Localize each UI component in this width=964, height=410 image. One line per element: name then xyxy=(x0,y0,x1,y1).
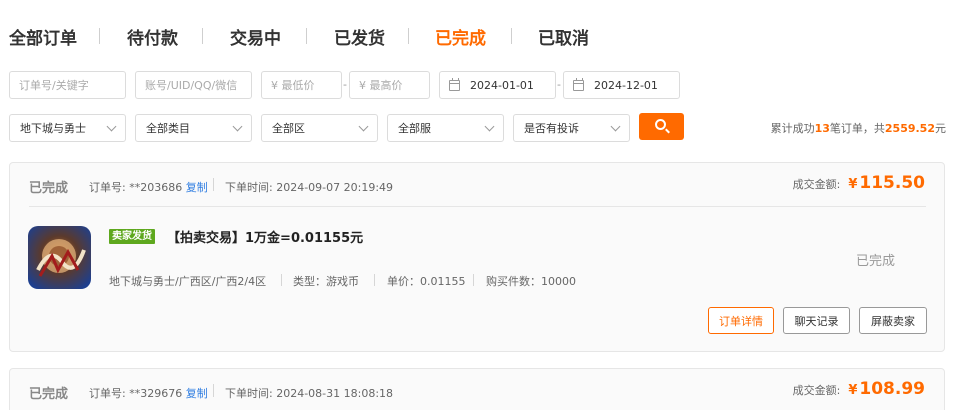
divider xyxy=(29,206,926,207)
order-number: 订单号: **203686 复制 xyxy=(89,179,208,195)
divider xyxy=(281,274,282,286)
copy-link[interactable]: 复制 xyxy=(186,387,208,400)
tab-completed[interactable]: 已完成 xyxy=(435,24,486,49)
order-state: 已完成 xyxy=(856,254,896,269)
account-placeholder: 账号/UID/QQ/微信 xyxy=(145,79,238,92)
game-select-value: 地下城与勇士 xyxy=(20,122,86,135)
max-price-placeholder: ¥ 最高价 xyxy=(359,79,403,92)
currency-symbol: ¥ xyxy=(848,177,858,192)
block-seller-button[interactable]: 屏蔽卖家 xyxy=(859,307,927,334)
summary-prefix: 累计成功 xyxy=(770,122,815,135)
divider xyxy=(473,274,474,286)
chevron-down-icon xyxy=(232,121,243,132)
region-select-value: 全部区 xyxy=(272,122,305,135)
complaint-select-value: 是否有投诉 xyxy=(524,122,579,135)
calendar-icon xyxy=(573,77,584,91)
price-range-dash: - xyxy=(343,78,347,91)
order-number: 订单号: **329676 复制 xyxy=(89,385,208,401)
keyword-input[interactable]: 订单号/关键字 xyxy=(9,71,126,99)
order-time-label: 下单时间: xyxy=(225,181,273,194)
divider xyxy=(374,274,375,286)
chat-history-button[interactable]: 聊天记录 xyxy=(783,307,850,334)
order-detail-button[interactable]: 订单详情 xyxy=(708,307,774,334)
chevron-down-icon xyxy=(484,121,495,132)
chevron-down-icon xyxy=(610,121,621,132)
date-range-dash: - xyxy=(557,78,561,91)
order-card-header: 已完成 订单号: **329676 复制 下单时间: 2024-08-31 18… xyxy=(10,369,944,410)
order-card: 已完成 订单号: **203686 复制 下单时间: 2024-09-07 20… xyxy=(9,162,945,352)
tab-cancelled[interactable]: 已取消 xyxy=(538,24,589,49)
order-amount: 成交金额: ¥ 115.50 xyxy=(793,173,925,193)
start-date-value: 2024-01-01 xyxy=(470,78,534,92)
tab-in-trade[interactable]: 交易中 xyxy=(230,24,281,49)
order-summary: 累计成功13笔订单，共2559.52元 xyxy=(771,120,946,136)
min-price-placeholder: ¥ 最低价 xyxy=(271,79,315,92)
search-button[interactable] xyxy=(639,113,684,140)
summary-middle: 笔订单，共 xyxy=(829,122,885,135)
divider xyxy=(213,178,214,191)
amount-label: 成交金额: xyxy=(792,384,841,397)
copy-link[interactable]: 复制 xyxy=(186,181,208,194)
server-select-value: 全部服 xyxy=(398,122,431,135)
max-price-input[interactable]: ¥ 最高价 xyxy=(349,71,430,99)
detail-type: 类型：游戏币 xyxy=(293,275,359,288)
server-select[interactable]: 全部服 xyxy=(387,114,504,142)
account-input[interactable]: 账号/UID/QQ/微信 xyxy=(135,71,252,99)
complaint-select[interactable]: 是否有投诉 xyxy=(513,114,630,142)
currency-symbol: ¥ xyxy=(848,383,858,398)
keyword-placeholder: 订单号/关键字 xyxy=(19,79,89,92)
order-time-label: 下单时间: xyxy=(225,387,273,400)
order-number-value: **329676 xyxy=(129,387,183,400)
order-time-value: 2024-09-07 20:19:49 xyxy=(276,181,394,194)
tab-shipped[interactable]: 已发货 xyxy=(334,24,385,49)
detail-server: 地下城与勇士/广西区/广西2/4区 xyxy=(109,275,267,288)
summary-count: 13 xyxy=(814,122,830,135)
category-select[interactable]: 全部类目 xyxy=(135,114,252,142)
tab-divider xyxy=(306,28,307,44)
amount-value: 108.99 xyxy=(859,379,925,399)
search-icon xyxy=(655,119,666,130)
tab-divider xyxy=(202,28,203,44)
amount-value: 115.50 xyxy=(859,173,925,193)
tab-divider xyxy=(99,28,100,44)
order-amount: 成交金额: ¥ 108.99 xyxy=(793,379,925,399)
detail-quantity: 购买件数：10000 xyxy=(486,275,576,288)
divider xyxy=(213,384,214,397)
order-card-header: 已完成 订单号: **203686 复制 下单时间: 2024-09-07 20… xyxy=(10,163,944,206)
region-select[interactable]: 全部区 xyxy=(261,114,378,142)
chevron-down-icon xyxy=(106,121,117,132)
order-time: 下单时间: 2024-08-31 18:08:18 xyxy=(225,385,393,401)
calendar-icon xyxy=(449,77,460,91)
game-select[interactable]: 地下城与勇士 xyxy=(9,114,126,142)
chevron-down-icon xyxy=(358,121,369,132)
summary-total: 2559.52 xyxy=(884,122,935,135)
tab-divider xyxy=(511,28,512,44)
order-card: 已完成 订单号: **329676 复制 下单时间: 2024-08-31 18… xyxy=(9,368,945,410)
order-number-label: 订单号: xyxy=(89,181,126,194)
seller-ship-badge: 卖家发货 xyxy=(109,229,155,244)
order-time-value: 2024-08-31 18:08:18 xyxy=(276,387,394,400)
tab-all-orders[interactable]: 全部订单 xyxy=(9,24,77,49)
game-icon[interactable] xyxy=(28,226,91,289)
order-number-value: **203686 xyxy=(129,181,183,194)
end-date-value: 2024-12-01 xyxy=(594,78,658,92)
start-date-input[interactable]: 2024-01-01 xyxy=(439,71,556,99)
min-price-input[interactable]: ¥ 最低价 xyxy=(261,71,342,99)
tab-pending-payment[interactable]: 待付款 xyxy=(127,24,178,49)
summary-suffix: 元 xyxy=(935,122,946,135)
order-status: 已完成 xyxy=(29,181,69,196)
amount-label: 成交金额: xyxy=(792,178,841,191)
detail-unit-price: 单价：0.01155 xyxy=(387,275,466,288)
order-title[interactable]: 【拍卖交易】1万金=0.01155元 xyxy=(167,227,363,246)
end-date-input[interactable]: 2024-12-01 xyxy=(563,71,680,99)
tab-divider xyxy=(408,28,409,44)
category-select-value: 全部类目 xyxy=(146,122,190,135)
order-number-label: 订单号: xyxy=(89,387,126,400)
order-status: 已完成 xyxy=(29,387,69,402)
order-time: 下单时间: 2024-09-07 20:19:49 xyxy=(225,179,393,195)
